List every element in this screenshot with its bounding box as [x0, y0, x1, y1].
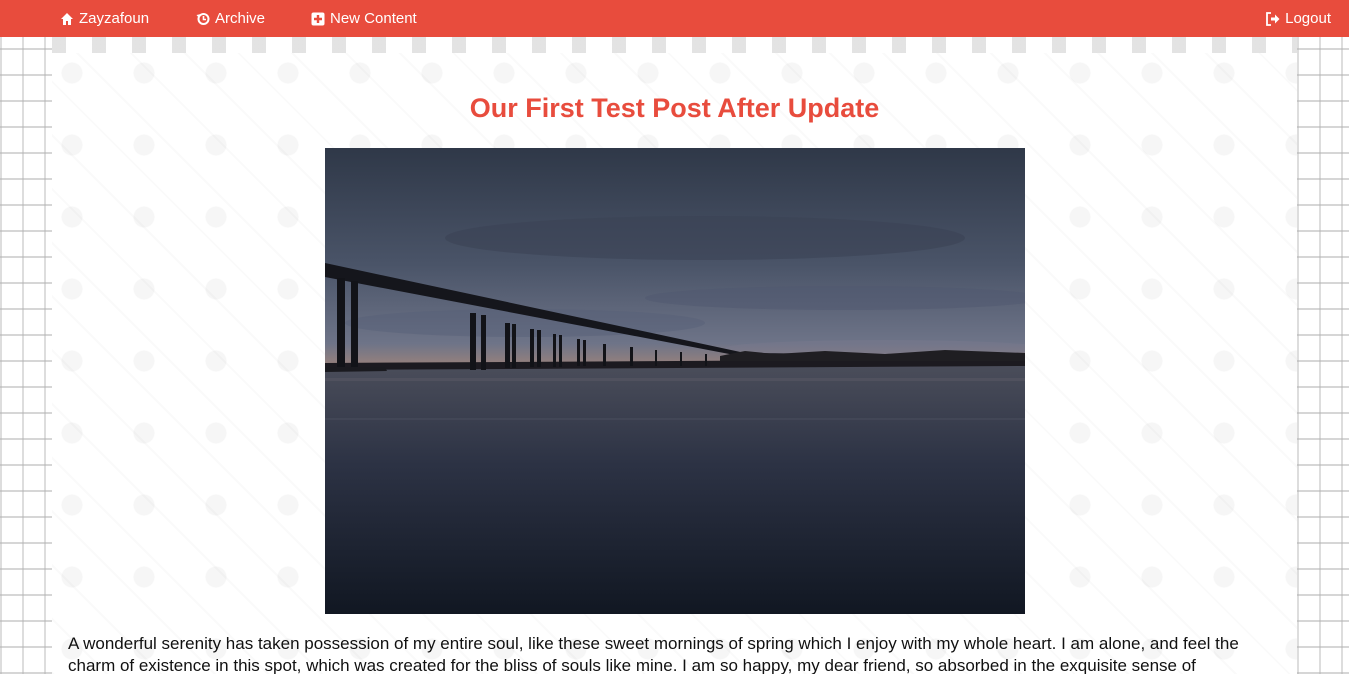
nav-archive-label: Archive: [215, 10, 266, 27]
nav-logout-label: Logout: [1285, 10, 1331, 27]
background-doodle-right: [1297, 37, 1349, 674]
nav-new-content-link[interactable]: New Content: [311, 10, 417, 27]
background-doodle-left: [0, 37, 52, 674]
post-image: [325, 148, 1025, 614]
post-title: Our First Test Post After Update: [469, 93, 880, 123]
nav-archive-link[interactable]: Archive: [196, 10, 265, 27]
plus-square-icon: [311, 12, 325, 26]
home-icon: [60, 12, 74, 26]
nav-home-link[interactable]: Zayzafoun: [60, 10, 149, 27]
nav-logout-link[interactable]: Logout: [1266, 10, 1331, 27]
sign-out-icon: [1266, 11, 1280, 26]
background-doodle-top: [52, 37, 1297, 53]
nav-home-label: Zayzafoun: [79, 10, 150, 27]
top-navbar: Zayzafoun Archive New Content Logout: [0, 0, 1349, 37]
nav-new-content-label: New Content: [330, 10, 417, 27]
post-body-text: A wonderful serenity has taken possessio…: [68, 634, 1239, 674]
history-icon: [196, 12, 210, 26]
